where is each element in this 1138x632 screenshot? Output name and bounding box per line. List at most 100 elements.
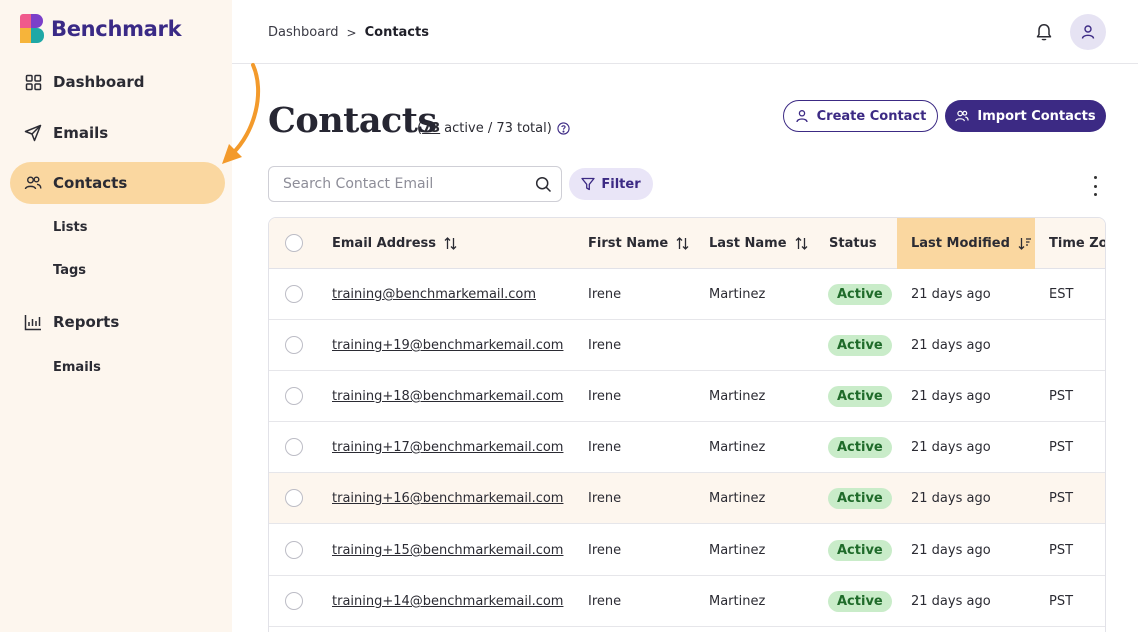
contact-last-modified: 21 days ago bbox=[911, 338, 991, 353]
sidebar-item-reports[interactable]: Reports bbox=[10, 301, 225, 343]
search-icon[interactable] bbox=[535, 176, 552, 193]
brand-name: Benchmark bbox=[51, 16, 182, 41]
contact-time-zone: EST bbox=[1049, 287, 1074, 302]
contact-email[interactable]: training@benchmarkemail.com bbox=[332, 269, 536, 320]
row-checkbox[interactable] bbox=[285, 438, 303, 456]
contact-first-name: Irene bbox=[588, 338, 622, 353]
sidebar-item-label: Contacts bbox=[53, 174, 128, 192]
row-checkbox[interactable] bbox=[285, 541, 303, 559]
help-icon[interactable] bbox=[557, 122, 570, 135]
contact-last-name: Martinez bbox=[709, 440, 766, 455]
contact-email[interactable]: training+17@benchmarkemail.com bbox=[332, 422, 563, 473]
column-time-zone[interactable]: Time Zone bbox=[1049, 218, 1106, 269]
contact-last-modified: 21 days ago bbox=[911, 491, 991, 506]
table-row[interactable]: training+15@benchmarkemail.com Irene Mar… bbox=[269, 525, 1105, 576]
import-contacts-button[interactable]: Import Contacts bbox=[945, 100, 1106, 132]
contact-last-modified: 21 days ago bbox=[911, 594, 991, 609]
contact-first-name: Irene bbox=[588, 287, 622, 302]
benchmark-logo[interactable]: Benchmark bbox=[20, 14, 182, 43]
sidebar-item-report-emails[interactable]: Emails bbox=[53, 360, 101, 375]
table-header: Email Address First Name Last Name Statu… bbox=[269, 218, 1106, 269]
row-checkbox[interactable] bbox=[285, 336, 303, 354]
row-checkbox[interactable] bbox=[285, 489, 303, 507]
avatar[interactable] bbox=[1070, 14, 1106, 50]
status-badge: Active bbox=[828, 335, 892, 356]
more-options-icon[interactable] bbox=[1087, 176, 1103, 196]
contact-time-zone: PST bbox=[1049, 594, 1074, 609]
contact-email[interactable]: training+15@benchmarkemail.com bbox=[332, 525, 563, 576]
paper-plane-icon bbox=[24, 124, 42, 142]
create-contact-label: Create Contact bbox=[816, 108, 927, 124]
column-label: Status bbox=[829, 236, 877, 251]
counts-text: active / 73 total) bbox=[444, 121, 552, 136]
status-badge: Active bbox=[828, 284, 892, 305]
sidebar-item-emails[interactable]: Emails bbox=[10, 112, 225, 154]
column-last-name[interactable]: Last Name bbox=[709, 218, 809, 269]
column-label: Email Address bbox=[332, 236, 437, 251]
status-cell: Active bbox=[828, 422, 892, 473]
sidebar-item-lists[interactable]: Lists bbox=[53, 220, 87, 235]
users-icon bbox=[24, 174, 42, 192]
active-count-link[interactable]: 73 bbox=[422, 121, 440, 136]
search-input[interactable] bbox=[283, 167, 523, 201]
filter-label: Filter bbox=[601, 176, 641, 192]
column-label: First Name bbox=[588, 236, 669, 251]
table-row[interactable]: training+17@benchmarkemail.com Irene Mar… bbox=[269, 422, 1105, 473]
users-icon bbox=[955, 109, 970, 123]
contact-time-zone: PST bbox=[1049, 389, 1074, 404]
user-icon bbox=[1081, 25, 1095, 39]
sort-icon bbox=[444, 237, 457, 250]
table-row[interactable]: training+18@benchmarkemail.com Irene Mar… bbox=[269, 371, 1105, 422]
contact-last-modified: 21 days ago bbox=[911, 287, 991, 302]
contact-time-zone: PST bbox=[1049, 491, 1074, 506]
contact-time-zone: PST bbox=[1049, 543, 1074, 558]
filter-icon bbox=[581, 177, 596, 191]
contact-last-name: Martinez bbox=[709, 491, 766, 506]
contact-first-name: Irene bbox=[588, 543, 622, 558]
create-contact-button[interactable]: Create Contact bbox=[783, 100, 938, 132]
contact-email[interactable]: training+19@benchmarkemail.com bbox=[332, 320, 563, 371]
bell-icon[interactable] bbox=[1034, 22, 1054, 42]
contact-last-name: Martinez bbox=[709, 543, 766, 558]
contact-last-modified: 21 days ago bbox=[911, 389, 991, 404]
filter-button[interactable]: Filter bbox=[569, 168, 653, 200]
table-row[interactable]: training+16@benchmarkemail.com Irene Mar… bbox=[269, 473, 1105, 524]
contact-last-modified: 21 days ago bbox=[911, 440, 991, 455]
table-row[interactable]: training@benchmarkemail.com Irene Martin… bbox=[269, 269, 1105, 320]
row-checkbox[interactable] bbox=[285, 285, 303, 303]
column-email[interactable]: Email Address bbox=[332, 218, 458, 269]
breadcrumb-dashboard[interactable]: Dashboard bbox=[268, 25, 339, 40]
column-label: Time Zone bbox=[1049, 236, 1106, 251]
breadcrumb-separator: > bbox=[346, 25, 357, 40]
contact-email[interactable]: training+16@benchmarkemail.com bbox=[332, 473, 563, 524]
contact-email[interactable]: training+18@benchmarkemail.com bbox=[332, 371, 563, 422]
sidebar-item-dashboard[interactable]: Dashboard bbox=[10, 61, 225, 103]
breadcrumb-current: Contacts bbox=[364, 25, 429, 40]
contacts-table: Email Address First Name Last Name Statu… bbox=[268, 217, 1106, 632]
sidebar-item-tags[interactable]: Tags bbox=[53, 263, 86, 278]
contact-last-modified: 21 days ago bbox=[911, 543, 991, 558]
contact-first-name: Irene bbox=[588, 440, 622, 455]
status-cell: Active bbox=[828, 320, 892, 371]
table-row[interactable]: training+14@benchmarkemail.com Irene Mar… bbox=[269, 576, 1105, 627]
breadcrumb: Dashboard > Contacts bbox=[268, 25, 429, 40]
column-status[interactable]: Status bbox=[829, 218, 877, 269]
table-row[interactable]: training+19@benchmarkemail.com Irene Act… bbox=[269, 320, 1105, 371]
status-cell: Active bbox=[828, 473, 892, 524]
contact-last-name: Martinez bbox=[709, 594, 766, 609]
sort-icon bbox=[795, 237, 808, 250]
column-first-name[interactable]: First Name bbox=[588, 218, 690, 269]
contact-first-name: Irene bbox=[588, 594, 622, 609]
row-checkbox[interactable] bbox=[285, 592, 303, 610]
sidebar-item-contacts[interactable]: Contacts bbox=[10, 162, 225, 204]
row-checkbox[interactable] bbox=[285, 387, 303, 405]
status-cell: Active bbox=[828, 525, 892, 576]
contact-email[interactable]: training+14@benchmarkemail.com bbox=[332, 576, 563, 627]
top-bar: Dashboard > Contacts bbox=[232, 0, 1138, 64]
column-last-modified[interactable]: Last Modified bbox=[897, 218, 1035, 269]
contact-last-name: Martinez bbox=[709, 389, 766, 404]
select-all-checkbox[interactable] bbox=[285, 234, 303, 252]
status-badge: Active bbox=[828, 386, 892, 407]
bar-chart-icon bbox=[24, 313, 42, 331]
search-box bbox=[268, 166, 562, 202]
